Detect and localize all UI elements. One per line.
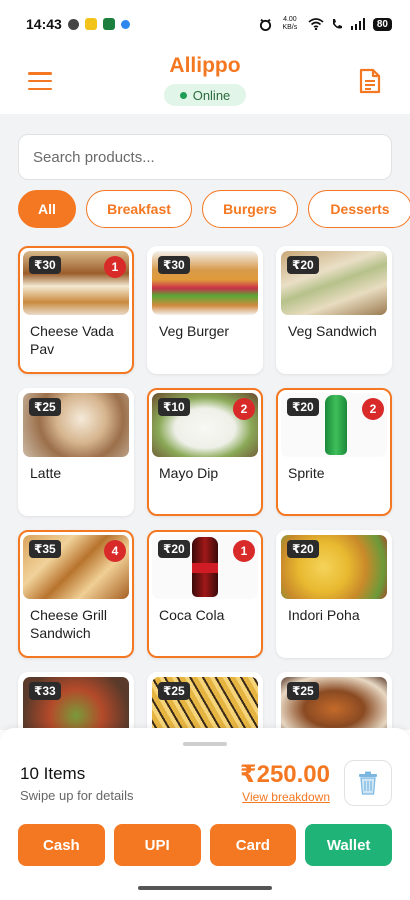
status-time: 14:43 (26, 16, 62, 32)
product-card-indori-poha[interactable]: ₹20 Indori Poha (276, 530, 392, 658)
product-card[interactable]: ₹25 (276, 672, 392, 730)
product-name: Sprite (288, 465, 325, 481)
alarm-icon (259, 18, 271, 31)
product-card-cheese-grill-sandwich[interactable]: ₹35 4 Cheese Grill Sandwich (18, 530, 134, 658)
cart-items-count: 10 Items (20, 764, 86, 783)
app-header: Allippo Online (0, 48, 410, 114)
pay-upi-button[interactable]: UPI (113, 824, 201, 866)
price-tag: ₹25 (29, 398, 61, 416)
status-bar: 14:43 4.00 KB/s 80 (0, 0, 410, 48)
app-notification-icon (120, 19, 130, 29)
bottle-label (192, 563, 218, 573)
product-card-latte[interactable]: ₹25 Latte (18, 388, 134, 516)
product-name: Veg Sandwich (288, 323, 377, 339)
price-tag: ₹35 (29, 540, 61, 558)
quantity-badge: 2 (233, 398, 255, 420)
quantity-badge: 1 (104, 256, 126, 278)
orders-document-button[interactable] (358, 68, 382, 94)
price-tag: ₹25 (158, 682, 190, 700)
category-chip-burgers[interactable]: Burgers (202, 190, 298, 228)
notification-icon (67, 18, 79, 30)
product-card-veg-burger[interactable]: ₹30 Veg Burger (147, 246, 263, 374)
pay-wallet-button[interactable]: Wallet (305, 824, 392, 866)
price-tag: ₹20 (287, 398, 319, 416)
app-notification-icon (102, 18, 115, 30)
network-speed: 4.00 KB/s (282, 16, 298, 31)
wifi-icon (308, 18, 324, 30)
pay-cash-button[interactable]: Cash (18, 824, 105, 866)
online-dot-icon (179, 91, 187, 99)
view-breakdown-link[interactable]: View breakdown (242, 790, 330, 804)
pay-card-button[interactable]: Card (209, 824, 297, 866)
clear-cart-button[interactable] (344, 760, 392, 806)
price-tag: ₹10 (158, 398, 190, 416)
swipe-hint: Swipe up for details (20, 788, 134, 803)
app-title: Allippo (169, 54, 241, 77)
app-notification-icon (84, 18, 97, 30)
status-right: 4.00 KB/s 80 (259, 16, 392, 32)
product-card-veg-sandwich[interactable]: ₹20 Veg Sandwich (276, 246, 392, 374)
price-tag: ₹33 (29, 682, 61, 700)
product-card-cheese-vada-pav[interactable]: ₹30 1 Cheese Vada Pav (18, 246, 134, 374)
bottle-shape (325, 395, 347, 455)
category-chip-all[interactable]: All (18, 190, 76, 228)
product-name: Mayo Dip (159, 465, 219, 481)
product-card[interactable]: ₹33 (18, 672, 134, 730)
hamburger-menu-icon-line (28, 87, 52, 90)
product-name: Cheese Grill Sandwich (30, 607, 108, 641)
quantity-badge: 4 (104, 540, 126, 562)
product-card-mayo-dip[interactable]: ₹10 2 Mayo Dip (147, 388, 263, 516)
trash-icon (359, 771, 377, 795)
quantity-badge: 2 (362, 398, 384, 420)
signal-icon (350, 18, 365, 30)
cart-panel[interactable]: 10 Items Swipe up for details ₹250.00 Vi… (0, 728, 410, 900)
status-badge: Online (164, 84, 246, 106)
price-tag: ₹30 (158, 256, 190, 274)
product-card[interactable]: ₹25 (147, 672, 263, 730)
price-tag: ₹30 (29, 256, 61, 274)
product-name: Cheese Vada Pav (30, 323, 114, 357)
product-name: Veg Burger (159, 323, 230, 339)
price-tag: ₹25 (287, 682, 319, 700)
search-input[interactable] (18, 134, 392, 180)
call-icon (332, 19, 342, 29)
product-name: Indori Poha (288, 607, 360, 623)
category-chips: All Breakfast Burgers Desserts (18, 190, 410, 228)
battery-level: 80 (372, 17, 392, 31)
system-navigation-pill[interactable] (138, 886, 272, 890)
main-content: All Breakfast Burgers Desserts ₹30 1 Che… (0, 114, 410, 730)
product-name: Coca Cola (159, 607, 225, 623)
drag-handle[interactable] (183, 742, 227, 746)
payment-methods: Cash UPI Card Wallet (18, 824, 392, 866)
product-grid: ₹30 1 Cheese Vada Pav ₹30 Veg Burger ₹20… (18, 246, 392, 730)
price-tag: ₹20 (287, 540, 319, 558)
price-tag: ₹20 (158, 540, 190, 558)
product-name: Latte (30, 465, 62, 481)
product-card-coca-cola[interactable]: ₹20 1 Coca Cola (147, 530, 263, 658)
product-card-sprite[interactable]: ₹20 2 Sprite (276, 388, 392, 516)
price-tag: ₹20 (287, 256, 319, 274)
quantity-badge: 1 (233, 540, 255, 562)
status-left: 14:43 (26, 16, 130, 32)
cart-total: ₹250.00 (239, 761, 330, 788)
category-chip-breakfast[interactable]: Breakfast (86, 190, 192, 228)
status-label: Online (192, 87, 231, 103)
category-chip-desserts[interactable]: Desserts (308, 190, 410, 228)
hamburger-menu-icon-line (28, 79, 52, 83)
